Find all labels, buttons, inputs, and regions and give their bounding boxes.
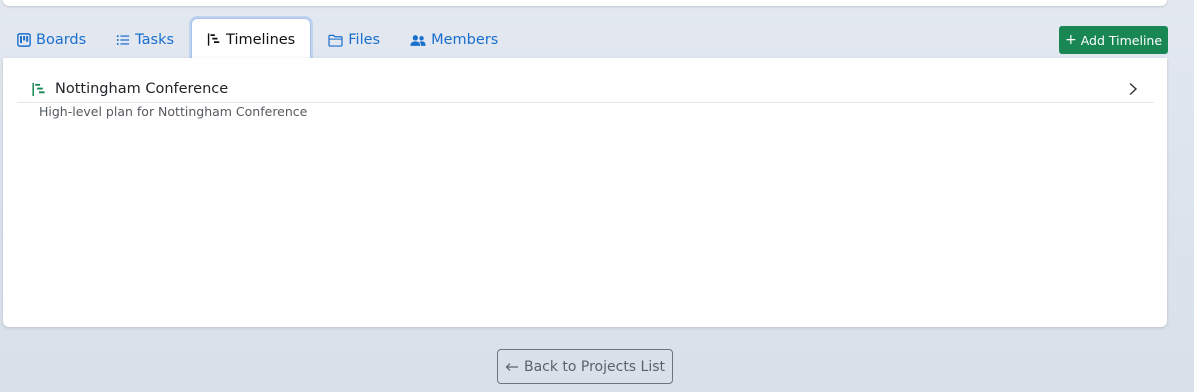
add-timeline-button[interactable]: + Add Timeline	[1059, 26, 1168, 54]
tab-timelines-label: Timelines	[226, 31, 296, 48]
timeline-description: High-level plan for Nottingham Conferenc…	[39, 104, 308, 119]
tab-timelines[interactable]: Timelines	[191, 18, 312, 60]
tab-members-label: Members	[431, 32, 499, 48]
timeline-list-item[interactable]: Nottingham Conference High-level plan fo…	[17, 76, 1154, 119]
timeline-icon	[32, 82, 45, 96]
people-icon	[410, 34, 426, 46]
tab-boards[interactable]: Boards	[4, 20, 99, 60]
arrow-left-icon	[505, 362, 518, 371]
timelines-panel: Nottingham Conference High-level plan fo…	[3, 58, 1167, 327]
chevron-right-icon	[1129, 82, 1138, 96]
list-icon	[116, 35, 130, 45]
tab-boards-label: Boards	[36, 32, 87, 48]
timeline-title: Nottingham Conference	[55, 81, 229, 97]
add-timeline-label: Add Timeline	[1080, 32, 1163, 48]
folder-icon	[328, 34, 343, 47]
project-details-card	[3, 0, 1167, 6]
tab-members[interactable]: Members	[397, 20, 511, 60]
plus-icon: +	[1064, 32, 1077, 48]
tab-tasks-label: Tasks	[135, 32, 175, 48]
timeline-item-header: Nottingham Conference	[17, 76, 1154, 103]
project-tabs: Boards Tasks Timelines Files Members	[4, 18, 515, 60]
tab-files[interactable]: Files	[315, 20, 393, 60]
timeline-icon	[207, 33, 220, 46]
back-to-projects-button[interactable]: Back to Projects List	[497, 349, 673, 384]
tab-tasks[interactable]: Tasks	[103, 20, 187, 60]
back-to-projects-label: Back to Projects List	[523, 358, 666, 375]
kanban-icon	[17, 33, 31, 47]
tab-files-label: Files	[348, 32, 381, 48]
